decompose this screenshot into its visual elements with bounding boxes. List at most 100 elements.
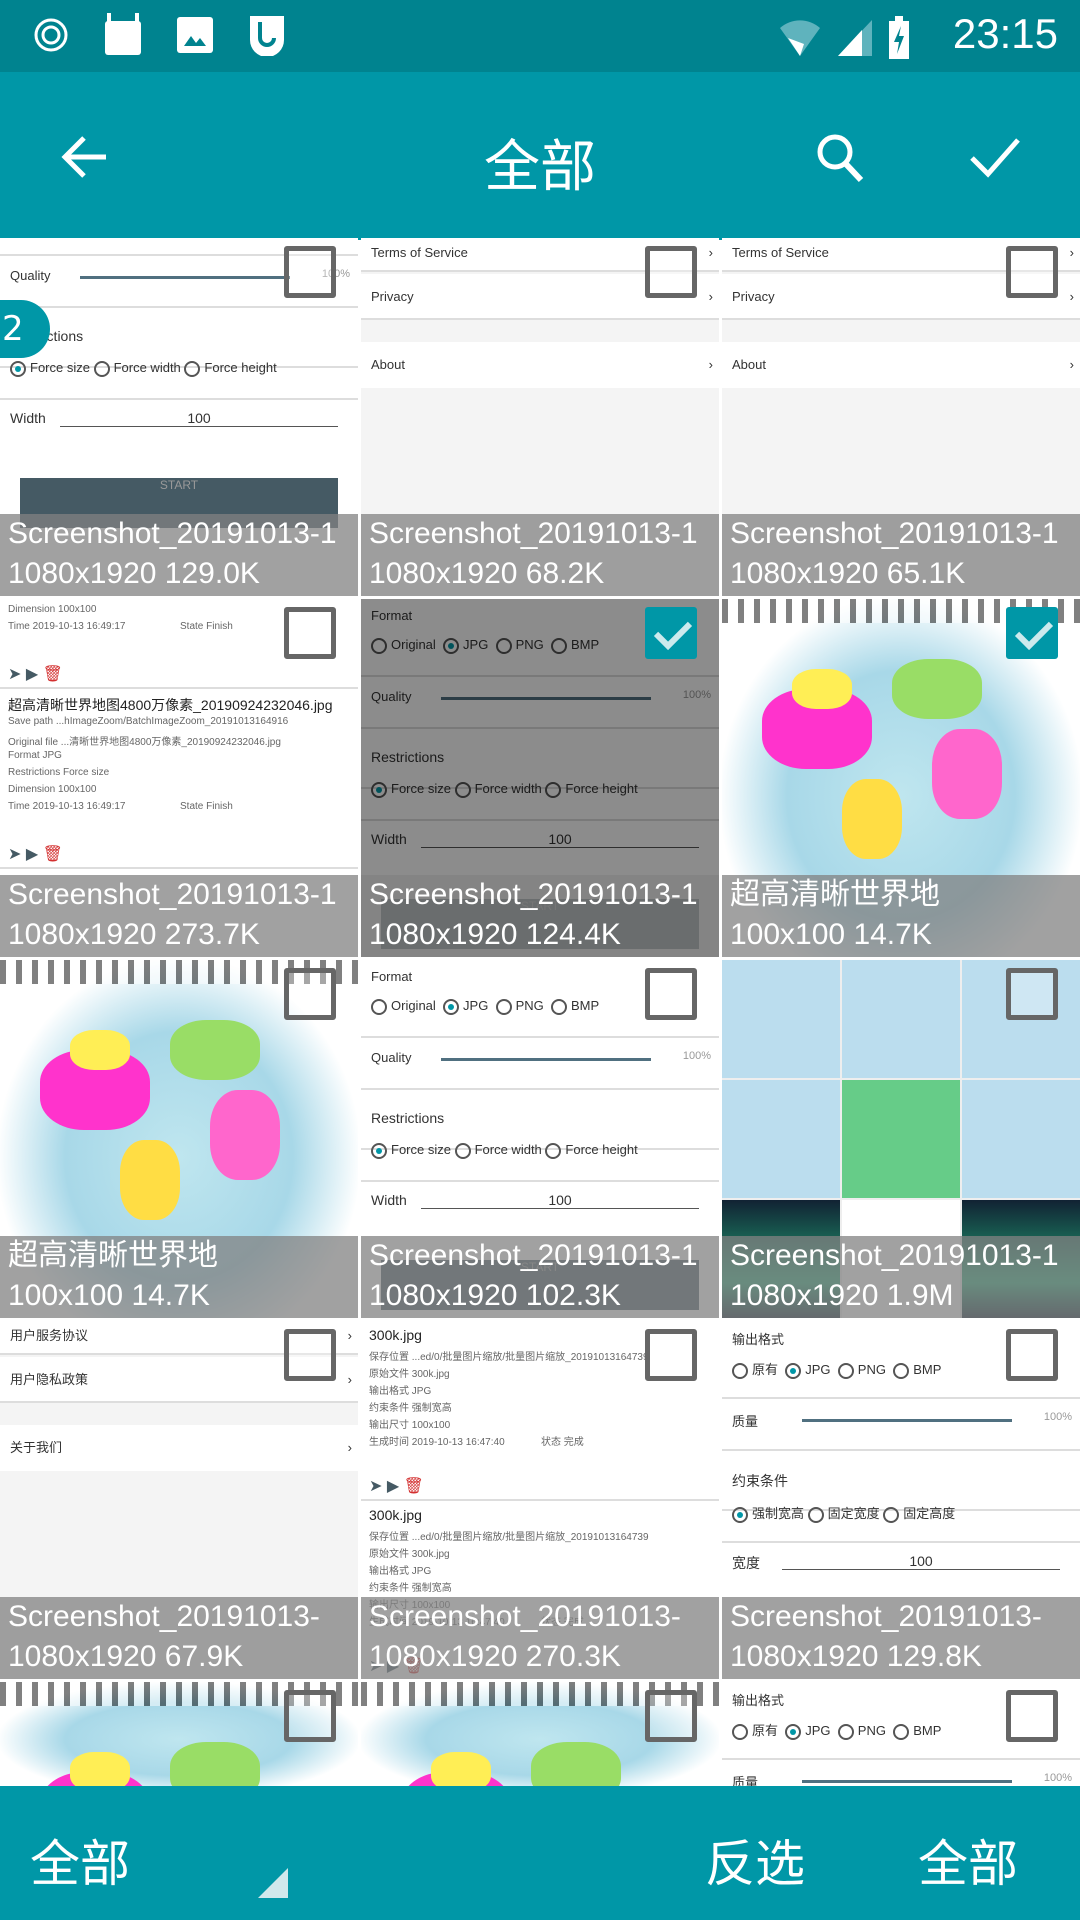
select-checkbox[interactable] (1006, 968, 1058, 1020)
swirl-icon (30, 14, 72, 56)
thumb-text: 输出格式 JPG (369, 1566, 432, 1577)
select-checkbox[interactable] (284, 1690, 336, 1742)
tile-caption: 超高清晰世界地 100x100 14.7K (0, 1236, 358, 1318)
thumb-text: 宽度 (732, 1555, 760, 1571)
select-checkbox[interactable] (284, 968, 336, 1020)
status-bar: 23:15 (0, 0, 1080, 72)
thumb-text: Format (371, 969, 413, 984)
thumb-text: Original file ...清晰世界地图4800万像素_201909242… (8, 737, 281, 748)
tile-caption: Screenshot_20191013- 1080x1920 67.9K (0, 1597, 358, 1679)
thumb-text: Terms of Service (732, 245, 829, 260)
thumb-text: Force size (30, 360, 90, 375)
file-info: 1080x1920 270.3K (369, 1640, 621, 1673)
thumb-text: Width (371, 1192, 407, 1208)
filter-dropdown[interactable]: 全部 (30, 1824, 130, 1896)
tile-caption: Screenshot_20191013-1 1080x1920 65.1K (722, 514, 1080, 596)
thumb-text: BMP (913, 1362, 942, 1377)
select-checkbox[interactable] (645, 246, 697, 298)
search-button[interactable] (805, 122, 875, 192)
grid-tile[interactable]: Terms of Service › Privacy › About › Screens… (361, 238, 719, 596)
thumb-text: 固定高度 (903, 1506, 956, 1521)
grid-tile[interactable]: 用户服务协议 › 用户隐私政策 › 关于我们 › Screenshot_20191013… (0, 1321, 358, 1679)
select-checkbox[interactable] (1006, 246, 1058, 298)
thumb-text: JPG (463, 998, 489, 1013)
grid-tile[interactable]: 超高清晰世界地 100x100 14.7K (722, 599, 1080, 957)
thumb-text: Time 2019-10-13 16:49:17 (8, 801, 126, 812)
signal-icon (836, 18, 874, 62)
select-checkbox[interactable] (1006, 1329, 1058, 1381)
confirm-button[interactable] (960, 122, 1030, 192)
file-info: 1080x1920 129.0K (8, 557, 260, 590)
select-checkbox[interactable] (645, 1690, 697, 1742)
thumb-text: Dimension 100x100 (8, 784, 97, 795)
bottom-bar: 全部 反选 全部 (0, 1786, 1080, 1920)
thumb-text: State Finish (180, 801, 233, 812)
thumb-text: 原有 (752, 1723, 779, 1738)
select-checkbox[interactable] (1006, 607, 1058, 659)
thumb-text: 质量 (732, 1775, 759, 1786)
tile-caption: Screenshot_20191013-1 1080x1920 124.4K (361, 875, 719, 957)
grid-tile[interactable] (361, 1682, 719, 1786)
width-value: 100 (421, 1192, 699, 1209)
file-info: 1080x1920 1.9M (730, 1279, 954, 1312)
grid-tile[interactable]: Format Original JPG PNG BMP Quality100% … (0, 238, 358, 596)
search-icon (817, 134, 864, 183)
thumb-text: Force width (113, 360, 181, 375)
file-info: 1080x1920 68.2K (369, 557, 605, 590)
grid-tile[interactable]: 输出格式 原有 JPG PNG BMP 质量100% 约束条件 强制宽高 固定宽… (722, 1321, 1080, 1679)
grid-tile[interactable]: Format Original JPG PNG BMP Quality100% … (361, 599, 719, 957)
select-checkbox[interactable] (645, 1329, 697, 1381)
thumb-text: PNG (857, 1362, 886, 1377)
grid-tile[interactable]: 超高清晰世界地 100x100 14.7K (0, 960, 358, 1318)
grid-tile[interactable]: Format Original JPG PNG BMP Quality100% … (361, 960, 719, 1318)
file-info: 100x100 14.7K (8, 1279, 210, 1312)
grid-tile[interactable]: Terms of Service › Privacy › About › Screens… (722, 238, 1080, 596)
thumb-text: 300k.jpg (369, 1327, 422, 1343)
thumb-text: 约束条件 (732, 1473, 788, 1489)
thumb-text: 原始文件 300k.jpg (369, 1549, 450, 1560)
thumb-text: Force size (391, 1142, 451, 1157)
tile-caption: Screenshot_20191013- 1080x1920 129.8K (722, 1597, 1080, 1679)
toolbar: 全部 (0, 72, 1080, 240)
thumb-text: 约束条件 强制宽高 (369, 1403, 452, 1414)
battery-charging-icon (888, 16, 910, 64)
select-checkbox[interactable] (284, 607, 336, 659)
thumb-text: 保存位置 ...ed/0/批量图片缩放/批量图片缩放_2019101316473… (369, 1532, 649, 1543)
grid-tile[interactable]: 300k.jpg 保存位置 ...ed/0/批量图片缩放/批量图片缩放_20191… (361, 1321, 719, 1679)
select-checkbox[interactable] (645, 968, 697, 1020)
select-all-button[interactable]: 全部 (918, 1824, 1018, 1896)
file-info: 1080x1920 129.8K (730, 1640, 982, 1673)
thumb-text: 约束条件 强制宽高 (369, 1583, 452, 1594)
thumb-text: 固定宽度 (827, 1506, 880, 1521)
app-icon (246, 14, 288, 56)
thumb-text: 输出格式 (732, 1693, 785, 1708)
thumb-text: BMP (913, 1723, 942, 1738)
invert-selection-button[interactable]: 反选 (705, 1824, 805, 1896)
tile-caption: Screenshot_20191013-1 1080x1920 1.9M (722, 1236, 1080, 1318)
select-checkbox[interactable] (1006, 1690, 1058, 1742)
file-name: Screenshot_20191013-1 (8, 878, 337, 911)
thumb-text: START (159, 478, 199, 492)
thumb-text: 质量 (732, 1414, 759, 1429)
thumb-text: 输出尺寸 100x100 (369, 1420, 451, 1431)
thumb-text: About (732, 357, 766, 372)
file-info: 1080x1920 67.9K (8, 1640, 244, 1673)
select-checkbox[interactable] (284, 246, 336, 298)
file-info: 1080x1920 273.7K (8, 918, 260, 951)
grid-tile[interactable]: 超高清晰世界地图4800万像素_20190924232046.jpg Save p… (0, 599, 358, 957)
thumb-text: Save path ...hImageZoom/BatchImageZoom_2… (8, 716, 289, 727)
thumb-text: Dimension 100x100 (8, 604, 97, 615)
file-name: Screenshot_20191013-1 (730, 517, 1059, 550)
thumb-text: Force height (565, 1142, 638, 1157)
file-name: 超高清晰世界地 (8, 1239, 218, 1272)
thumb-text: Format JPG (8, 750, 62, 761)
thumb-text: JPG (805, 1362, 831, 1377)
select-checkbox[interactable] (284, 1329, 336, 1381)
grid-tile[interactable] (0, 1682, 358, 1786)
grid-tile[interactable]: Screenshot_20191013-1 1080x1920 1.9M (722, 960, 1080, 1318)
grid-tile[interactable]: 输出格式 原有 JPG PNG BMP 质量100% 约束条件 强制宽高 固定宽… (722, 1682, 1080, 1786)
thumb-text: BMP (570, 998, 600, 1013)
select-checkbox[interactable] (645, 607, 697, 659)
file-name: Screenshot_20191013- (369, 1600, 681, 1633)
thumb-text: PNG (515, 998, 544, 1013)
